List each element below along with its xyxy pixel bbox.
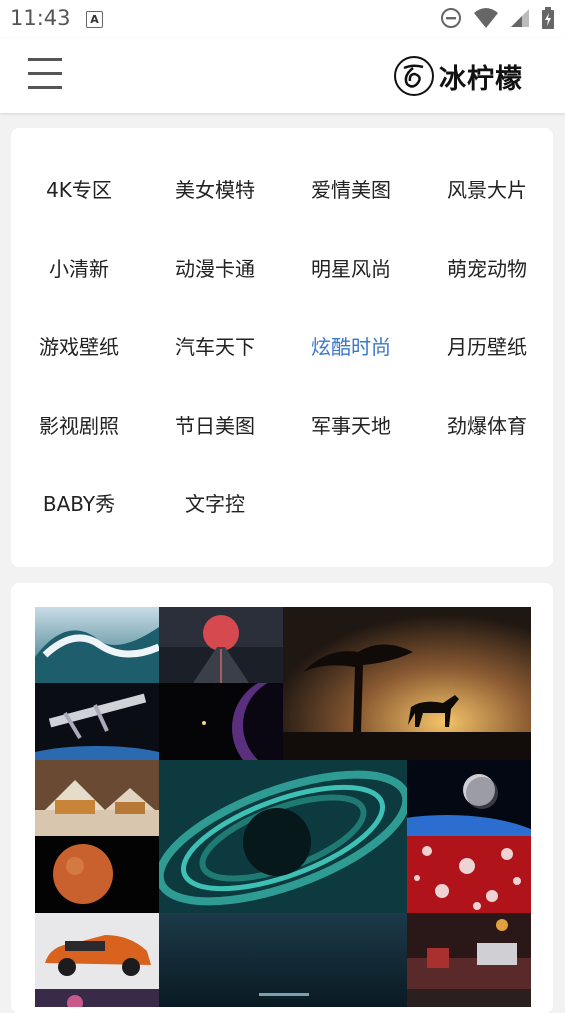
category-grid: 4K专区 美女模特 爱情美图 风景大片 小清新 动漫卡通 明星风尚 萌宠动物 游…	[11, 158, 553, 551]
app-header: 冰柠檬	[0, 38, 565, 113]
category-scenery[interactable]: 风景大片	[419, 158, 555, 222]
category-baby[interactable]: BABY秀	[11, 472, 147, 536]
category-cars[interactable]: 汽车天下	[147, 315, 283, 379]
category-text[interactable]: 文字控	[147, 472, 283, 536]
category-calendar[interactable]: 月历壁纸	[419, 315, 555, 379]
winter-house-thumbnail[interactable]	[35, 760, 159, 836]
status-icons	[434, 7, 555, 31]
status-bar: 11:43 A	[0, 0, 565, 38]
bottom-right-thumbnail[interactable]	[407, 989, 531, 1007]
desk-lamp-thumbnail[interactable]	[407, 913, 531, 989]
wave-thumbnail[interactable]	[35, 607, 159, 683]
category-games[interactable]: 游戏壁纸	[11, 315, 147, 379]
image-mosaic	[35, 607, 531, 1007]
category-4k[interactable]: 4K专区	[11, 158, 147, 222]
category-panel: 4K专区 美女模特 爱情美图 风景大片 小清新 动漫卡通 明星风尚 萌宠动物 游…	[11, 128, 553, 567]
app-logo[interactable]: 冰柠檬	[394, 53, 523, 99]
category-sports[interactable]: 劲爆体育	[419, 394, 555, 458]
ringed-planet-thumbnail[interactable]	[159, 760, 407, 913]
category-anime[interactable]: 动漫卡通	[147, 237, 283, 301]
space-station-thumbnail[interactable]	[35, 683, 159, 760]
signal-icon	[510, 9, 529, 27]
logo-text: 冰柠檬	[439, 63, 523, 95]
battery-icon	[542, 7, 554, 29]
orange-car-thumbnail[interactable]	[35, 913, 159, 989]
red-planet-road-thumbnail[interactable]	[159, 607, 283, 683]
earth-moon-thumbnail[interactable]	[407, 760, 531, 836]
gallery-panel	[11, 583, 553, 1013]
notification-a-icon: A	[86, 11, 103, 28]
purple-planet-thumbnail[interactable]	[159, 683, 283, 760]
wifi-icon	[473, 8, 498, 28]
category-love[interactable]: 爱情美图	[283, 158, 419, 222]
mars-thumbnail[interactable]	[35, 836, 159, 913]
horse-sunset-thumbnail[interactable]	[283, 607, 531, 760]
logo-mark-icon	[394, 56, 434, 96]
status-time: 11:43	[10, 6, 71, 30]
category-military[interactable]: 军事天地	[283, 394, 419, 458]
category-cool-fashion[interactable]: 炫酷时尚	[283, 315, 419, 379]
menu-icon[interactable]	[28, 58, 62, 92]
category-pets[interactable]: 萌宠动物	[419, 237, 555, 301]
category-holiday[interactable]: 节日美图	[147, 394, 283, 458]
category-fresh[interactable]: 小清新	[11, 237, 147, 301]
ocean-night-thumbnail[interactable]	[159, 913, 407, 1007]
bottom-left-thumbnail[interactable]	[35, 989, 159, 1007]
category-stars[interactable]: 明星风尚	[283, 237, 419, 301]
category-models[interactable]: 美女模特	[147, 158, 283, 222]
snowflake-thumbnail[interactable]	[407, 836, 531, 913]
category-film[interactable]: 影视剧照	[11, 394, 147, 458]
do-not-disturb-icon	[440, 8, 461, 28]
